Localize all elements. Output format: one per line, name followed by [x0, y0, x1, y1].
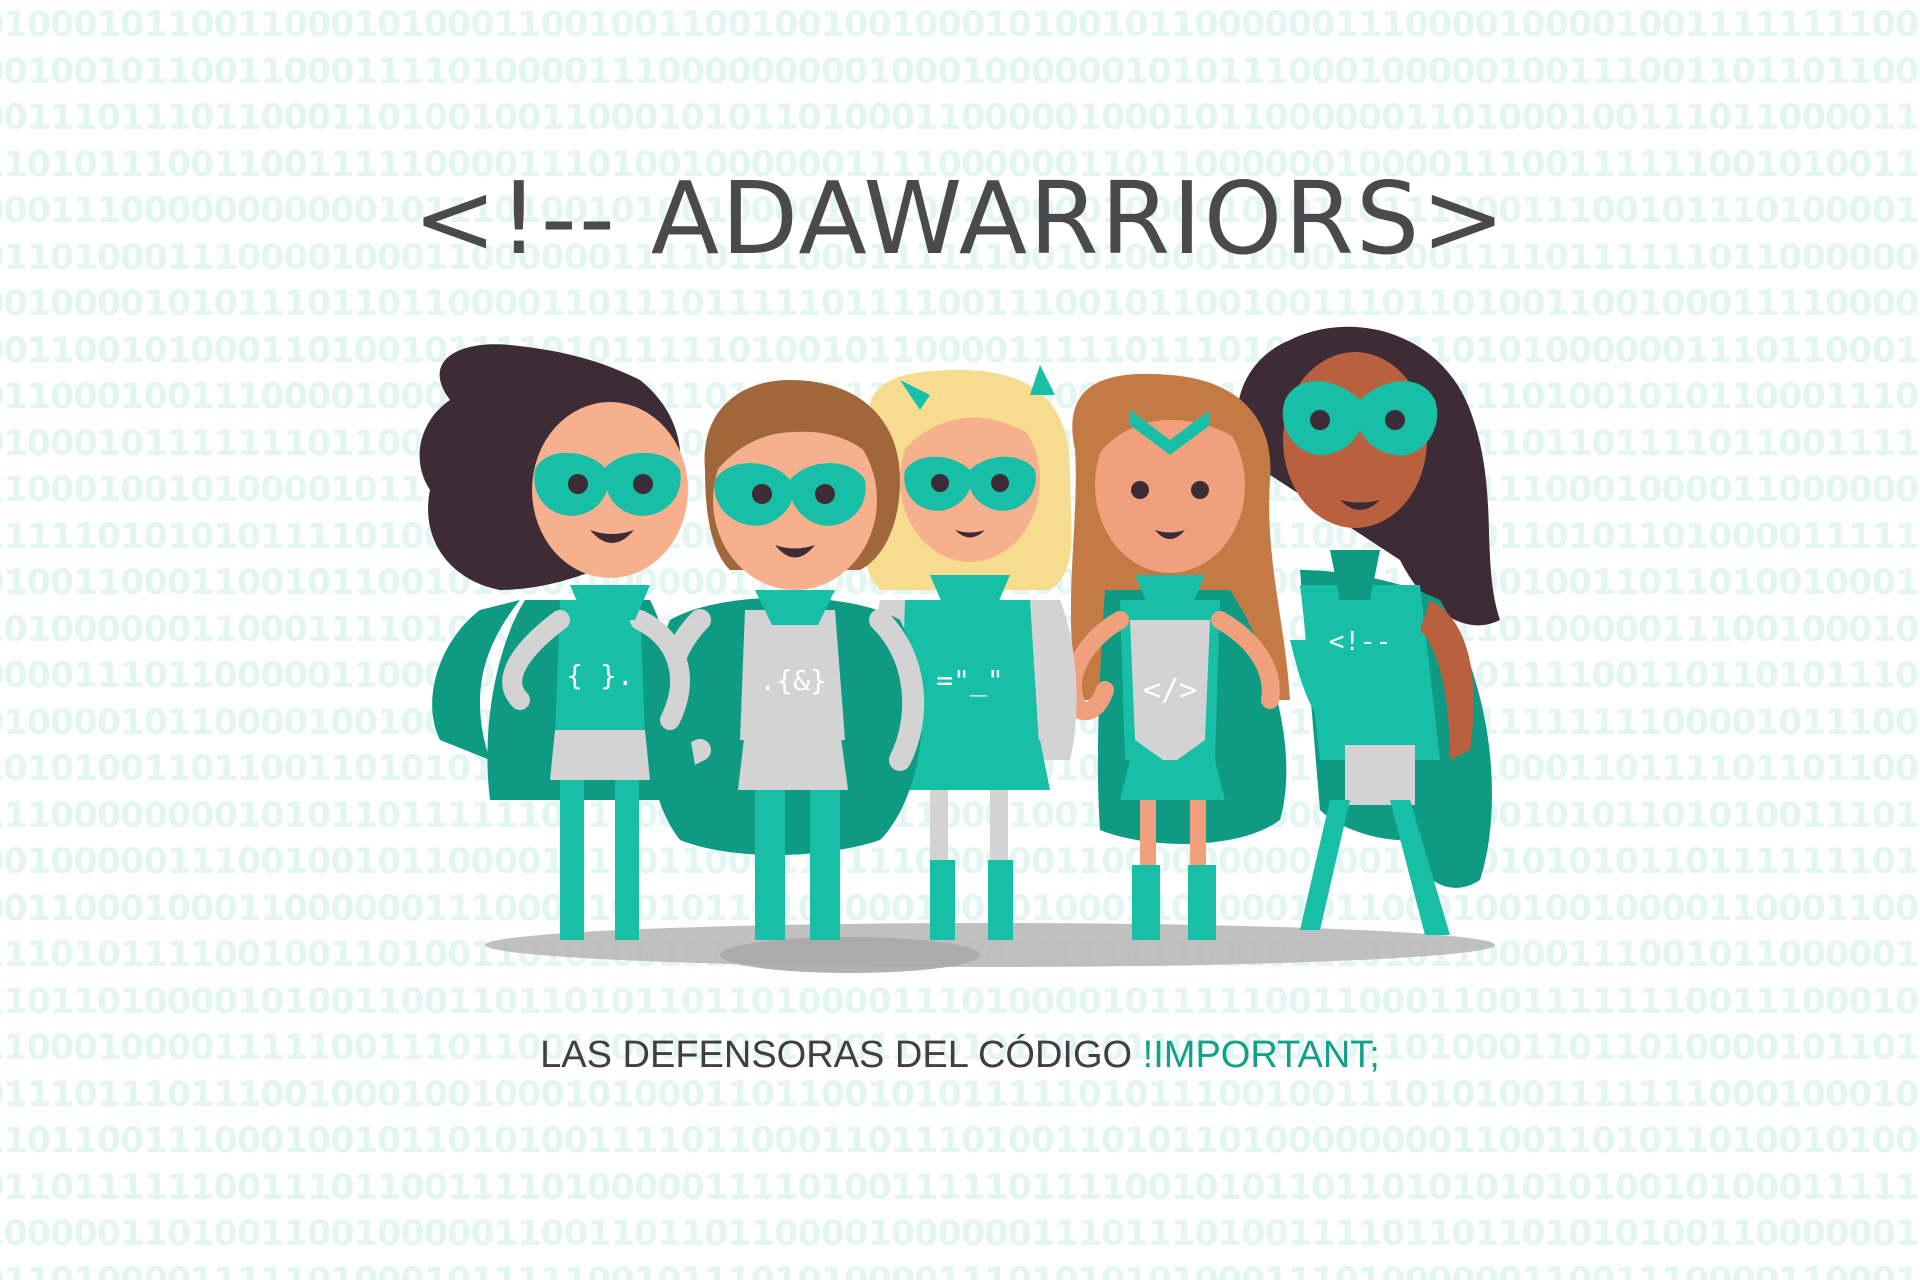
warrior-2: .{&}	[648, 380, 925, 940]
warrior-5-chest-symbol: <!--	[1329, 627, 1392, 657]
warrior-2-chest-symbol: .{&}	[759, 664, 826, 697]
warrior-1-chest-symbol: { }.	[566, 659, 633, 692]
tagline-main: LAS DEFENSORAS DEL CÓDIGO	[540, 1034, 1143, 1076]
tagline: LAS DEFENSORAS DEL CÓDIGO !IMPORTANT;	[0, 1034, 1920, 1077]
warrior-4: </>	[1063, 373, 1290, 940]
warrior-4-chest-symbol: </>	[1143, 673, 1197, 708]
tagline-accent: !IMPORTANT;	[1142, 1034, 1380, 1076]
page-title: <!-- ADAWARRIORS>	[412, 160, 1508, 277]
warrior-1: { }.	[419, 344, 700, 940]
warrior-3-chest-symbol: ="_"	[936, 664, 1003, 698]
ground-shadow-center	[720, 937, 980, 973]
